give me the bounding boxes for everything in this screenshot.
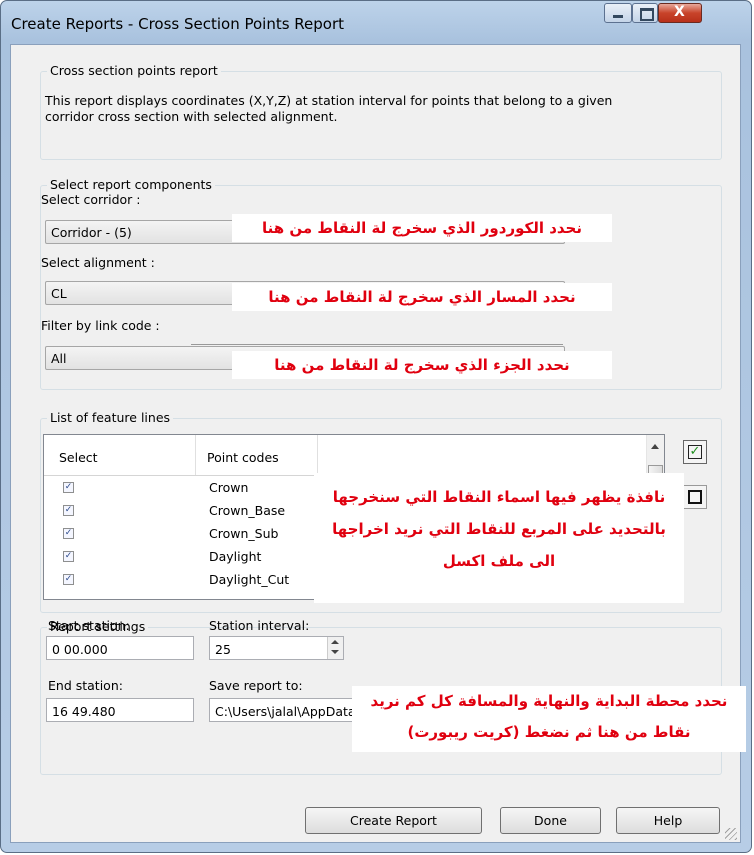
row-checkbox[interactable]: ✓ — [63, 505, 74, 516]
check-all-icon: ✓ — [688, 444, 702, 459]
window-title: Create Reports - Cross Section Points Re… — [11, 15, 345, 33]
station-interval-label: Station interval: — [209, 618, 310, 633]
linkcode-select-value: All — [51, 351, 67, 366]
save-report-label: Save report to: — [209, 678, 303, 693]
minimize-button[interactable] — [604, 3, 632, 23]
resize-grip-icon[interactable] — [725, 828, 737, 840]
linkcode-divider — [191, 344, 563, 345]
annotation-linkcode: نحدد الجزء الذي سخرج لة النقاط من هنا — [232, 351, 612, 379]
end-station-label: End station: — [48, 678, 123, 693]
clear-all-button[interactable] — [683, 485, 707, 509]
column-header-point-codes[interactable]: Point codes — [207, 450, 279, 465]
corridor-select-value: Corridor - (5) — [51, 225, 132, 240]
annotation-feature-list-line2: بالتحديد على المربع للنقاط التي نريد اخر… — [332, 520, 666, 538]
scroll-up-icon[interactable] — [651, 444, 659, 449]
column-divider — [317, 435, 318, 475]
point-code: Daylight_Cut — [209, 572, 290, 587]
start-station-input[interactable]: 0 00.000 — [46, 636, 194, 660]
point-code: Crown_Sub — [209, 526, 279, 541]
column-divider — [195, 435, 196, 475]
help-button[interactable]: Help — [616, 807, 720, 834]
alignment-label: Select alignment : — [41, 255, 155, 270]
end-station-input[interactable]: 16 49.480 — [46, 698, 194, 722]
minimize-icon — [613, 15, 623, 18]
start-station-label: Start station: — [48, 618, 130, 633]
components-group-label: Select report components — [47, 177, 215, 192]
annotation-feature-list: نافذة يظهر فيها اسماء النقاط التي سنخرجه… — [314, 473, 684, 603]
done-button[interactable]: Done — [500, 807, 601, 834]
description-group-label: Cross section points report — [47, 63, 221, 78]
row-checkbox[interactable]: ✓ — [63, 528, 74, 539]
station-interval-input[interactable]: 25 — [209, 636, 344, 660]
select-all-button[interactable]: ✓ — [683, 440, 707, 464]
spin-down-icon[interactable] — [331, 650, 339, 654]
annotation-settings-line2: نقاط من هنا ثم نضغط (كريت ريبورت) — [407, 723, 691, 741]
close-button[interactable]: X — [658, 3, 702, 23]
uncheck-all-icon — [688, 490, 702, 504]
row-checkbox[interactable]: ✓ — [63, 482, 74, 493]
maximize-button[interactable] — [632, 3, 658, 23]
close-icon: X — [674, 4, 685, 20]
start-station-value: 0 00.000 — [52, 642, 108, 657]
spin-up-icon[interactable] — [331, 640, 339, 644]
create-report-button[interactable]: Create Report — [305, 807, 482, 834]
description-text-line1: This report displays coordinates (X,Y,Z)… — [45, 93, 613, 108]
annotation-feature-list-line1: نافذة يظهر فيها اسماء النقاط التي سنخرجه… — [332, 488, 666, 506]
annotation-settings-line1: نحدد محطة البداية والنهاية والمسافة كل ك… — [370, 692, 728, 710]
row-checkbox[interactable]: ✓ — [63, 574, 74, 585]
annotation-feature-list-line3: الى ملف اكسل — [442, 552, 556, 570]
column-header-select[interactable]: Select — [59, 450, 98, 465]
point-code: Crown_Base — [209, 503, 286, 518]
annotation-corridor: نحدد الكوردور الذي سخرج لة النقاط من هنا — [232, 214, 612, 242]
end-station-value: 16 49.480 — [52, 704, 116, 719]
feature-lines-group-label: List of feature lines — [47, 410, 174, 425]
corridor-label: Select corridor : — [41, 192, 141, 207]
maximize-icon — [640, 8, 654, 21]
station-interval-value: 25 — [215, 642, 231, 657]
point-code: Crown — [209, 480, 249, 495]
annotation-alignment: نحدد المسار الذي سخرج لة النقاط من هنا — [232, 283, 612, 311]
linkcode-label: Filter by link code : — [41, 318, 160, 333]
alignment-select-value: CL — [51, 286, 67, 301]
description-group: Cross section points report This report … — [40, 63, 722, 160]
annotation-settings: نحدد محطة البداية والنهاية والمسافة كل ك… — [352, 686, 746, 752]
description-text-line2: corridor cross section with selected ali… — [45, 109, 338, 124]
table-header: Select Point codes — [44, 435, 664, 476]
row-checkbox[interactable]: ✓ — [63, 551, 74, 562]
point-code: Daylight — [209, 549, 262, 564]
interval-spinner[interactable] — [327, 637, 343, 659]
